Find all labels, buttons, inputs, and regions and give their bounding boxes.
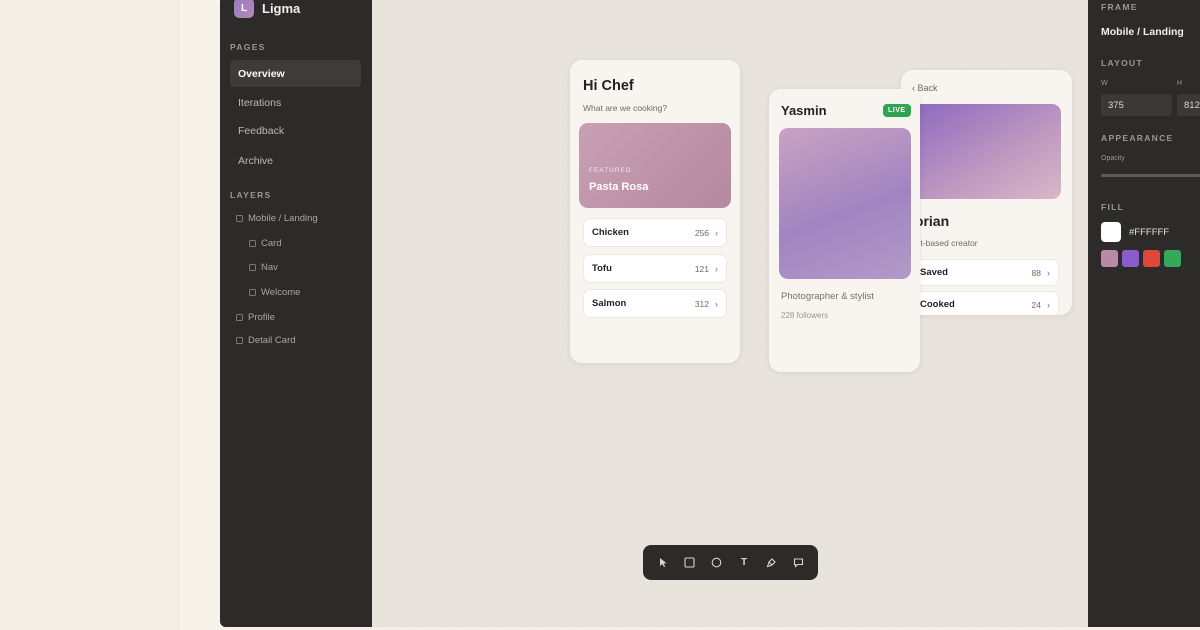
page-item-overview[interactable]: Overview (230, 60, 361, 87)
width-input[interactable]: 375 (1101, 94, 1172, 116)
desktop-background (0, 0, 180, 630)
color-swatch[interactable] (1164, 250, 1181, 267)
frame-icon (249, 240, 256, 247)
layout-section-label: LAYOUT (1101, 58, 1143, 68)
list-item-count: 256 (694, 227, 709, 238)
profile-followers: 228 followers (781, 311, 829, 320)
text-icon[interactable]: T (733, 552, 755, 574)
profile-name: Yasmin (781, 103, 827, 118)
app-logo: L (234, 0, 254, 18)
layer-label: Welcome (261, 287, 301, 298)
chevron-right-icon: › (715, 263, 718, 274)
layers-section-label: LAYERS (230, 190, 272, 200)
layer-label: Profile (248, 312, 275, 323)
layer-label: Detail Card (248, 335, 296, 346)
layer-label: Nav (261, 262, 278, 273)
layer-item-profile[interactable]: Profile (236, 312, 275, 323)
list-item-count: 312 (694, 298, 709, 309)
list-item-count: 121 (694, 263, 709, 274)
list-item[interactable]: Chicken 256 › (583, 218, 727, 247)
chevron-right-icon: › (1047, 267, 1050, 278)
height-label: H (1177, 80, 1183, 87)
frame-mobile-landing[interactable]: Hi Chef What are we cooking? FEATURED Pa… (570, 60, 740, 363)
frame-profile[interactable]: Yasmin LIVE Photographer & stylist 228 f… (769, 89, 920, 372)
list-item-count: 88 (1031, 267, 1041, 278)
layer-label: Mobile / Landing (248, 213, 318, 224)
layer-item-mobile-landing[interactable]: Mobile / Landing (236, 213, 318, 224)
featured-card[interactable]: FEATURED Pasta Rosa (579, 123, 731, 208)
color-swatch[interactable] (1143, 250, 1160, 267)
featured-name: Pasta Rosa (589, 181, 649, 193)
fill-hex-value[interactable]: #FFFFFF (1129, 227, 1169, 238)
tools-toolbar: T (643, 545, 818, 580)
opacity-label: Opacity (1101, 155, 1125, 162)
chevron-right-icon: › (1047, 299, 1050, 310)
frame-title: Hi Chef (583, 78, 634, 94)
frame-subtitle: What are we cooking? (583, 103, 668, 113)
comment-icon[interactable] (787, 552, 809, 574)
list-item-label: Salmon (592, 298, 627, 309)
ellipse-icon[interactable] (706, 552, 728, 574)
frame-detail-card[interactable]: ‹ Back lorian ant-based creator Saved 88… (901, 70, 1072, 315)
appearance-section-label: APPEARANCE (1101, 133, 1174, 143)
layer-item-card[interactable]: Card (249, 238, 282, 249)
width-label: W (1101, 80, 1108, 87)
properties-panel: FRAME Mobile / Landing LAYOUT W H 375 81… (1088, 0, 1200, 627)
height-input[interactable]: 812 (1177, 94, 1200, 116)
color-swatch[interactable] (1101, 250, 1118, 267)
page-item-iterations[interactable]: Iterations (230, 89, 361, 116)
list-item-count: 24 (1031, 299, 1041, 310)
frame-icon (236, 215, 243, 222)
app-name: Ligma (262, 0, 301, 16)
frame-icon (236, 337, 243, 344)
list-item-label: Saved (920, 267, 948, 278)
list-item[interactable]: Cooked 24 › (911, 291, 1059, 315)
app-window: L Ligma PAGES Overview Iterations Feedba… (220, 0, 1200, 627)
list-item-label: Tofu (592, 263, 612, 274)
list-item-label: Chicken (592, 227, 629, 238)
detail-image (911, 104, 1061, 199)
profile-image (779, 128, 911, 279)
opacity-slider[interactable] (1101, 174, 1200, 177)
layer-item-nav[interactable]: Nav (249, 262, 278, 273)
frame-icon (236, 314, 243, 321)
layer-label: Card (261, 238, 282, 249)
pen-icon[interactable] (760, 552, 782, 574)
desktop-background-strip (180, 0, 220, 630)
detail-description: ant-based creator (911, 238, 978, 248)
frame-icon (249, 264, 256, 271)
chevron-right-icon: › (715, 298, 718, 309)
list-item[interactable]: Salmon 312 › (583, 289, 727, 318)
color-swatch[interactable] (1122, 250, 1139, 267)
fill-section-label: FILL (1101, 202, 1125, 212)
list-item[interactable]: Tofu 121 › (583, 254, 727, 283)
frame-icon (249, 289, 256, 296)
chevron-right-icon: › (715, 227, 718, 238)
selected-frame-name: Mobile / Landing (1101, 26, 1184, 38)
design-canvas[interactable]: Hi Chef What are we cooking? FEATURED Pa… (372, 0, 1088, 627)
page-item-archive[interactable]: Archive (230, 147, 361, 174)
left-sidebar: L Ligma PAGES Overview Iterations Feedba… (220, 0, 372, 627)
rectangle-icon[interactable] (679, 552, 701, 574)
live-badge: LIVE (883, 104, 911, 117)
layer-item-detail-card[interactable]: Detail Card (236, 335, 296, 346)
pointer-icon[interactable] (652, 552, 674, 574)
featured-tag: FEATURED (589, 167, 632, 174)
frame-section-label: FRAME (1101, 2, 1138, 12)
pages-section-label: PAGES (230, 42, 266, 52)
list-item[interactable]: Saved 88 › (911, 259, 1059, 286)
fill-color-swatch[interactable] (1101, 222, 1121, 242)
list-item-label: Cooked (920, 299, 955, 310)
brand: L Ligma (234, 0, 300, 18)
page-item-feedback[interactable]: Feedback (230, 117, 361, 144)
layer-item-welcome[interactable]: Welcome (249, 287, 300, 298)
profile-role: Photographer & stylist (781, 291, 874, 302)
